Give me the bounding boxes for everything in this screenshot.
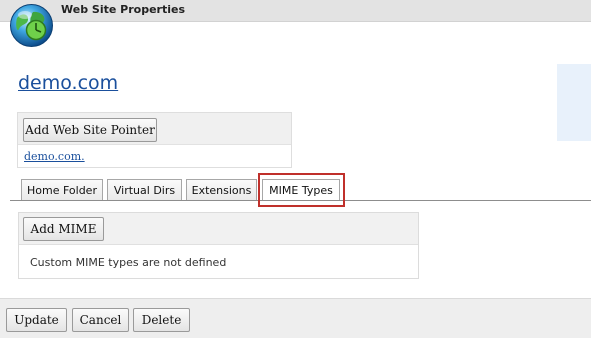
add-mime-button[interactable]: Add MIME	[23, 217, 104, 241]
window-title: Web Site Properties	[61, 3, 185, 16]
active-tab-highlight	[258, 173, 345, 207]
web-site-pointers-panel: Add Web Site Pointer demo.com.	[17, 112, 292, 168]
tab-home-folder[interactable]: Home Folder	[21, 179, 103, 201]
title-bar: Web Site Properties	[0, 0, 591, 22]
tab-virtual-dirs[interactable]: Virtual Dirs	[107, 179, 182, 201]
pointers-toolbar: Add Web Site Pointer	[18, 113, 291, 145]
delete-button[interactable]: Delete	[133, 308, 190, 332]
right-side-panel	[557, 64, 591, 141]
web-site-properties-page: Web Site Properties demo.com Add Web Sit…	[0, 0, 591, 338]
mime-empty-message: Custom MIME types are not defined	[30, 256, 227, 269]
pointer-link-demo-com[interactable]: demo.com.	[24, 150, 85, 163]
cancel-button[interactable]: Cancel	[72, 308, 129, 332]
mime-toolbar: Add MIME	[19, 213, 418, 245]
tab-extensions[interactable]: Extensions	[186, 179, 257, 201]
mime-types-panel: Add MIME Custom MIME types are not defin…	[18, 212, 419, 279]
add-web-site-pointer-button[interactable]: Add Web Site Pointer	[23, 118, 157, 142]
site-name-link[interactable]: demo.com	[18, 72, 118, 94]
update-button[interactable]: Update	[6, 308, 67, 332]
footer-bar: Update Cancel Delete	[0, 298, 591, 338]
globe-icon	[10, 4, 53, 47]
